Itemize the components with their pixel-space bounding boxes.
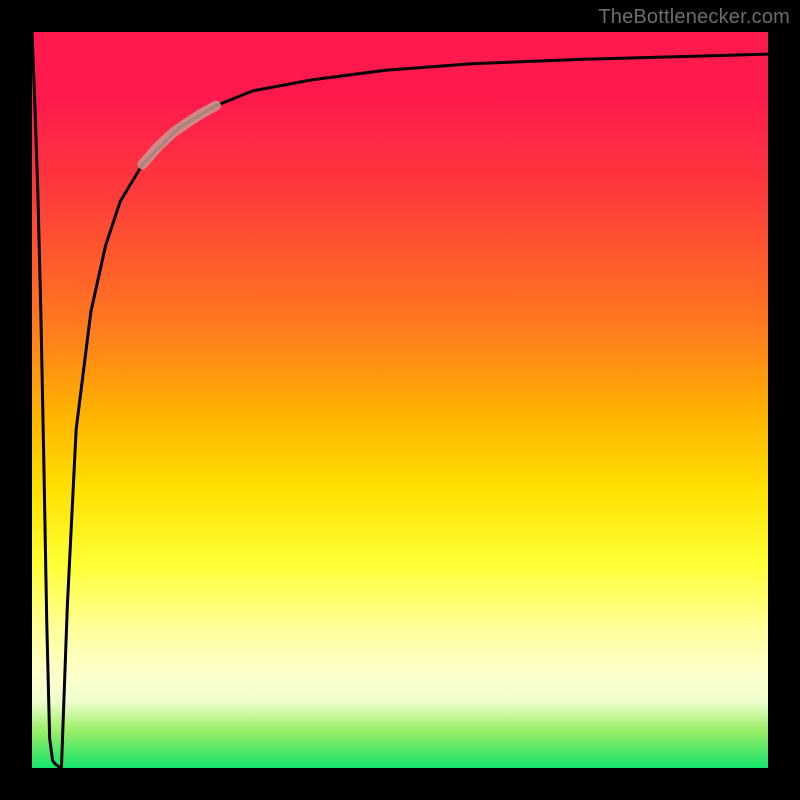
- curve-layer: [32, 32, 768, 768]
- plot-area: [32, 32, 768, 768]
- chart-root: TheBottleneсker.com: [0, 0, 800, 800]
- attribution-text: TheBottleneсker.com: [598, 6, 790, 29]
- series-spike: [32, 32, 61, 768]
- series-recovery-curve: [61, 54, 768, 768]
- series-highlight-segment: [142, 106, 216, 165]
